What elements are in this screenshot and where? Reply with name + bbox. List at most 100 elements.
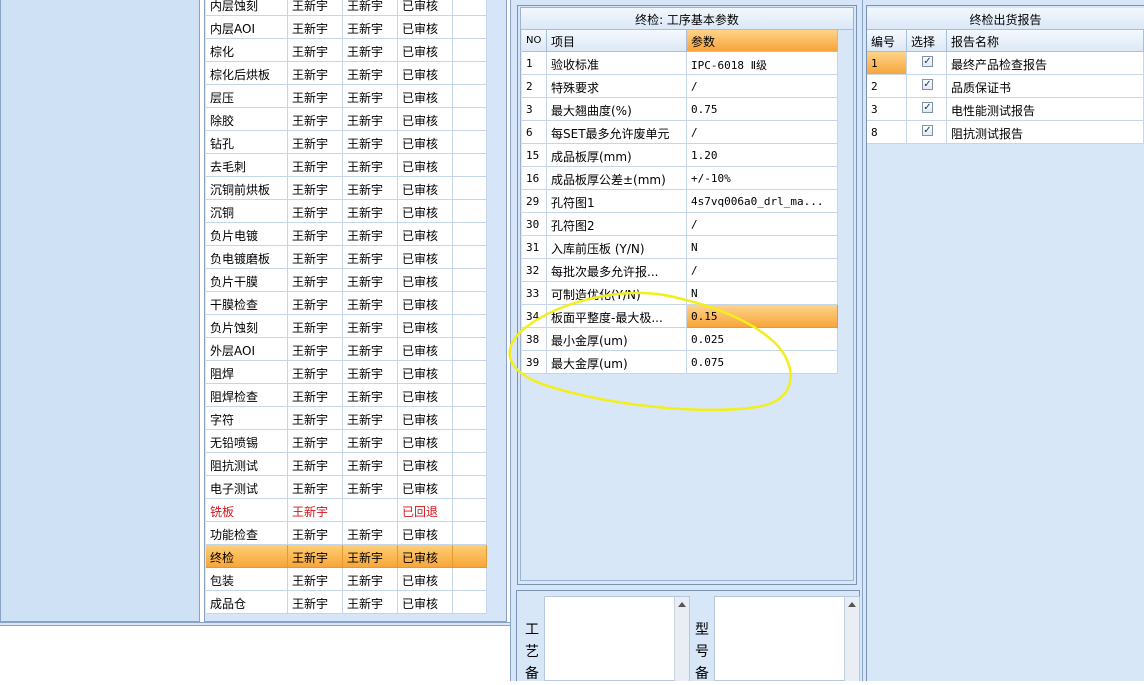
operator-cell: 王新宇 [288, 269, 343, 292]
process-name-cell: 棕化后烘板 [206, 62, 288, 85]
process-row[interactable]: 钻孔 王新宇 王新宇 已审核 [206, 131, 487, 154]
empty-cell [453, 591, 487, 614]
process-row[interactable]: 棕化后烘板 王新宇 王新宇 已审核 [206, 62, 487, 85]
process-note-field[interactable] [544, 596, 690, 681]
process-row[interactable]: 终检 王新宇 王新宇 已审核 [206, 545, 487, 568]
process-name-cell: 钻孔 [206, 131, 288, 154]
process-row[interactable]: 阻焊检查 王新宇 王新宇 已审核 [206, 384, 487, 407]
header-item[interactable]: 项目 [547, 30, 687, 52]
header-no[interactable]: NO [522, 30, 547, 52]
auditor-cell: 王新宇 [343, 338, 398, 361]
param-no-cell: 15 [522, 144, 547, 167]
process-row[interactable]: 负片蚀刻 王新宇 王新宇 已审核 [206, 315, 487, 338]
process-row[interactable]: 沉铜 王新宇 王新宇 已审核 [206, 200, 487, 223]
report-row[interactable]: 3 ✓ 电性能测试报告 [867, 98, 1144, 121]
scroll-up-icon[interactable] [848, 602, 856, 607]
report-name-cell: 阻抗测试报告 [947, 121, 1144, 144]
param-row[interactable]: 30 孔符图2/ [522, 213, 838, 236]
operator-cell: 王新宇 [288, 384, 343, 407]
param-row[interactable]: 3 最大翘曲度(%) 0.75 [522, 98, 838, 121]
process-row[interactable]: 外层AOI 王新宇 王新宇 已审核 [206, 338, 487, 361]
report-checkbox[interactable]: ✓ [922, 125, 933, 136]
process-row[interactable]: 内层蚀刻 王新宇 王新宇 已审核 [206, 0, 487, 16]
process-row[interactable]: 铣板 王新宇 已回退 [206, 499, 487, 522]
process-row[interactable]: 电子测试 王新宇 王新宇 已审核 [206, 476, 487, 499]
operator-cell: 王新宇 [288, 430, 343, 453]
auditor-cell: 王新宇 [343, 292, 398, 315]
process-row[interactable]: 沉铜前烘板 王新宇 王新宇 已审核 [206, 177, 487, 200]
process-row[interactable]: 除胶 王新宇 王新宇 已审核 [206, 108, 487, 131]
process-row[interactable]: 棕化 王新宇 王新宇 已审核 [206, 39, 487, 62]
report-name-cell: 最终产品检查报告 [947, 52, 1144, 75]
process-row[interactable]: 负电镀磨板 王新宇 王新宇 已审核 [206, 246, 487, 269]
param-value-cell: N [687, 236, 838, 259]
param-row[interactable]: 15 成品板厚(mm) 1.20 [522, 144, 838, 167]
header-report-no[interactable]: 编号 [867, 30, 907, 52]
process-name-cell: 内层蚀刻 [206, 0, 288, 16]
operator-cell: 王新宇 [288, 0, 343, 16]
param-row[interactable]: 16 成品板厚公差±(mm) +/-10% [522, 167, 838, 190]
operator-cell: 王新宇 [288, 522, 343, 545]
operator-cell: 王新宇 [288, 315, 343, 338]
auditor-cell: 王新宇 [343, 269, 398, 292]
process-row[interactable]: 负片干膜 王新宇 王新宇 已审核 [206, 269, 487, 292]
report-checkbox[interactable]: ✓ [922, 79, 933, 90]
process-row[interactable]: 包装 王新宇 王新宇 已审核 [206, 568, 487, 591]
process-name-cell: 终检 [206, 545, 288, 568]
param-row[interactable]: 31 入库前压板 (Y/N) N [522, 236, 838, 259]
process-row[interactable]: 内层AOI 王新宇 王新宇 已审核 [206, 16, 487, 39]
process-row[interactable]: 干膜检查 王新宇 王新宇 已审核 [206, 292, 487, 315]
empty-cell [453, 200, 487, 223]
process-row[interactable]: 无铅喷锡 王新宇 王新宇 已审核 [206, 430, 487, 453]
model-note-char-2: 号 [695, 644, 709, 660]
empty-cell [453, 39, 487, 62]
report-row[interactable]: 2 ✓ 品质保证书 [867, 75, 1144, 98]
process-row[interactable]: 阻焊 王新宇 王新宇 已审核 [206, 361, 487, 384]
process-row[interactable]: 去毛刺 王新宇 王新宇 已审核 [206, 154, 487, 177]
process-note-scrollbar[interactable] [674, 597, 689, 681]
report-checkbox[interactable]: ✓ [922, 102, 933, 113]
process-row[interactable]: 功能检查 王新宇 王新宇 已审核 [206, 522, 487, 545]
param-row[interactable]: 29 孔符图1 4s7vq006a0_drl_ma... [522, 190, 838, 213]
header-value[interactable]: 参数 [687, 30, 838, 52]
operator-cell: 王新宇 [288, 85, 343, 108]
param-row[interactable]: 6 每SET最多允许废单元 / [522, 121, 838, 144]
auditor-cell: 王新宇 [343, 200, 398, 223]
process-name-cell: 负片电镀 [206, 223, 288, 246]
status-cell: 已审核 [398, 476, 453, 499]
status-cell: 已审核 [398, 292, 453, 315]
param-row[interactable]: 2 特殊要求 / [522, 75, 838, 98]
status-cell: 已审核 [398, 269, 453, 292]
process-row[interactable]: 层压 王新宇 王新宇 已审核 [206, 85, 487, 108]
auditor-cell: 王新宇 [343, 108, 398, 131]
report-no-cell: 3 [867, 98, 907, 121]
param-value-cell: / [687, 259, 838, 282]
status-cell: 已审核 [398, 85, 453, 108]
operator-cell: 王新宇 [288, 568, 343, 591]
model-note-scrollbar[interactable] [844, 597, 859, 681]
status-cell: 已审核 [398, 131, 453, 154]
param-row[interactable]: 32 每批次最多允许报... / [522, 259, 838, 282]
process-row[interactable]: 负片电镀 王新宇 王新宇 已审核 [206, 223, 487, 246]
param-item-cell: 成品板厚公差±(mm) [547, 167, 687, 190]
report-row[interactable]: 8 ✓ 阻抗测试报告 [867, 121, 1144, 144]
process-name-cell: 沉铜前烘板 [206, 177, 288, 200]
report-row[interactable]: 1 ✓ 最终产品检查报告 [867, 52, 1144, 75]
scroll-up-icon[interactable] [678, 602, 686, 607]
status-cell: 已审核 [398, 154, 453, 177]
process-row[interactable]: 字符 王新宇 王新宇 已审核 [206, 407, 487, 430]
report-checkbox[interactable]: ✓ [922, 56, 933, 67]
empty-cell [453, 108, 487, 131]
auditor-cell: 王新宇 [343, 407, 398, 430]
auditor-cell: 王新宇 [343, 39, 398, 62]
process-row[interactable]: 成品仓 王新宇 王新宇 已审核 [206, 591, 487, 614]
model-note-field[interactable] [714, 596, 860, 681]
auditor-cell: 王新宇 [343, 223, 398, 246]
empty-cell [453, 85, 487, 108]
status-cell: 已审核 [398, 384, 453, 407]
header-report-select[interactable]: 选择 [907, 30, 947, 52]
param-value-cell: 0.75 [687, 98, 838, 121]
process-row[interactable]: 阻抗测试 王新宇 王新宇 已审核 [206, 453, 487, 476]
param-row[interactable]: 1 验收标准 IPC-6018 Ⅱ级 [522, 52, 838, 75]
header-report-name[interactable]: 报告名称 [947, 30, 1144, 52]
